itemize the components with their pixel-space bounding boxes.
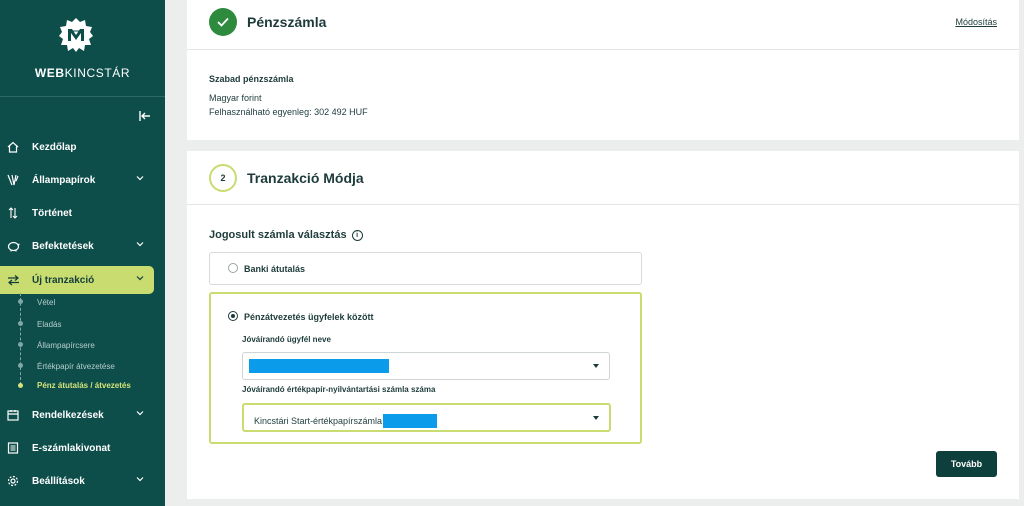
chevron-down-icon xyxy=(136,475,144,486)
field-label-ugyfel-neve: Jóváírandó ügyfél neve xyxy=(242,335,331,344)
dropdown-caret-icon xyxy=(593,416,599,420)
dropdown-caret-icon xyxy=(593,364,599,368)
chevron-down-icon xyxy=(136,240,144,251)
szamla-szama-select[interactable]: Kincstári Start-értékpapírszámla xyxy=(242,403,611,432)
history-arrows-icon xyxy=(6,206,20,220)
brand-name: WEBKINCSTÁR xyxy=(34,66,131,80)
sidebar-item-label: Új tranzakció xyxy=(32,274,95,286)
sidebar: WEBKINCSTÁR Kezdőlap Állampapírok Történ… xyxy=(0,0,165,506)
sidebar-item-label: Beállítások xyxy=(32,475,85,487)
card-divider xyxy=(187,49,1019,50)
submenu-item-eladas[interactable]: Eladás xyxy=(37,320,61,329)
document-icon xyxy=(6,441,20,455)
radio-penzatvezetes[interactable] xyxy=(228,311,238,321)
option-banki-atutalas[interactable]: Banki átutalás xyxy=(209,252,642,285)
chevron-down-icon xyxy=(136,274,144,285)
step-penzszamla-card: Pénzszámla Módosítás Szabad pénzszámla M… xyxy=(187,0,1019,140)
submenu-item-vetel[interactable]: Vétel xyxy=(37,298,55,307)
sidebar-divider xyxy=(0,96,165,97)
info-icon[interactable]: i xyxy=(351,229,363,241)
calendar-icon xyxy=(6,408,20,422)
step-title: Tranzakció Módja xyxy=(247,170,364,186)
option-label: Banki átutalás xyxy=(244,264,306,274)
submenu-dot xyxy=(18,299,23,304)
sidebar-item-uj-tranzakcio[interactable]: Új tranzakció xyxy=(0,266,154,294)
chevron-down-icon xyxy=(136,174,144,185)
step-number-badge: 2 xyxy=(209,164,237,192)
modify-link[interactable]: Módosítás xyxy=(955,17,997,27)
submenu-dot xyxy=(18,321,23,326)
wheat-icon xyxy=(6,173,20,187)
gear-icon xyxy=(6,474,20,488)
sidebar-item-label: E-számlakivonat xyxy=(32,442,111,454)
sidebar-item-tortenet[interactable]: Történet xyxy=(0,199,165,227)
radio-banki-atutalas[interactable] xyxy=(228,263,238,273)
ugyfel-neve-select[interactable] xyxy=(242,352,610,380)
sidebar-item-label: Történet xyxy=(32,207,72,219)
submenu-item-penz-atutalas[interactable]: Pénz átutalás / átvezetés xyxy=(37,381,131,390)
submenu-dot xyxy=(18,383,23,388)
step-title: Pénzszámla xyxy=(247,14,327,30)
sidebar-item-rendelkezesek[interactable]: Rendelkezések xyxy=(0,401,165,429)
sidebar-item-label: Állampapírok xyxy=(32,174,96,186)
select-value: Kincstári Start-értékpapírszámla xyxy=(254,414,438,428)
account-currency: Magyar forint xyxy=(209,93,262,103)
sidebar-item-kezdolap[interactable]: Kezdőlap xyxy=(0,133,165,161)
account-balance: Felhasználható egyenleg: 302 492 HUF xyxy=(209,107,368,117)
redacted-value xyxy=(249,359,389,373)
collapse-sidebar-icon[interactable] xyxy=(139,110,151,125)
submenu-track xyxy=(20,293,21,385)
step-complete-check-icon xyxy=(209,8,237,36)
webkincstar-logo xyxy=(59,18,93,52)
step-tranzakcio-card: 2 Tranzakció Módja Jogosult számla válas… xyxy=(187,151,1019,499)
next-button[interactable]: Tovább xyxy=(936,451,997,477)
sidebar-item-label: Rendelkezések xyxy=(32,409,104,421)
submenu-dot xyxy=(18,342,23,347)
sidebar-item-beallitasok[interactable]: Beállítások xyxy=(0,467,165,495)
option-penzatvezetes[interactable]: Pénzátvezetés ügyfelek között Jóváírandó… xyxy=(209,292,642,444)
sidebar-item-e-szamlakivonat[interactable]: E-számlakivonat xyxy=(0,434,165,462)
sidebar-item-befektetesek[interactable]: Befektetések xyxy=(0,232,165,260)
submenu-item-allampapircsere[interactable]: Állampapírcsere xyxy=(37,341,95,350)
piggy-bank-icon xyxy=(6,239,20,253)
sidebar-item-allampapirok[interactable]: Állampapírok xyxy=(0,166,165,194)
home-icon xyxy=(6,140,20,154)
option-label: Pénzátvezetés ügyfelek között xyxy=(244,312,374,322)
submenu-dot xyxy=(18,363,23,368)
field-label-szamla-szama: Jóváírandó értékpapír-nyilvántartási szá… xyxy=(242,385,436,394)
submenu-item-ertekpapir-atvezetese[interactable]: Értékpapír átvezetése xyxy=(37,362,115,371)
sidebar-item-label: Befektetések xyxy=(32,240,94,252)
sidebar-item-label: Kezdőlap xyxy=(32,141,77,153)
chevron-down-icon xyxy=(136,409,144,420)
swap-arrows-icon xyxy=(6,273,20,287)
section-title: Jogosult számla választás i xyxy=(209,229,363,241)
card-divider xyxy=(187,204,1019,205)
account-type-label: Szabad pénzszámla xyxy=(209,74,294,84)
